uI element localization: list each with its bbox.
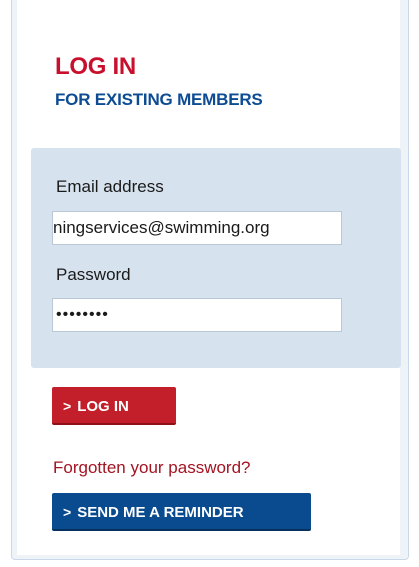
chevron-right-icon: > xyxy=(63,504,72,520)
email-field[interactable]: ningservices@swimming.org xyxy=(52,211,342,245)
send-reminder-button-label: SEND ME A REMINDER xyxy=(77,504,244,521)
email-label: Email address xyxy=(56,177,164,196)
login-button-label: LOG IN xyxy=(77,398,129,415)
page-subtitle: FOR EXISTING MEMBERS xyxy=(55,90,263,109)
chevron-right-icon: > xyxy=(63,398,72,414)
page-title: LOG IN xyxy=(55,53,136,80)
login-button[interactable]: > LOG IN xyxy=(52,387,176,425)
password-field[interactable]: •••••••• xyxy=(52,298,342,332)
email-value: ningservices@swimming.org xyxy=(53,218,270,237)
forgot-password-text: Forgotten your password? xyxy=(53,458,251,477)
send-reminder-button[interactable]: > SEND ME A REMINDER xyxy=(52,493,311,531)
password-label: Password xyxy=(56,265,131,284)
login-page: LOG IN FOR EXISTING MEMBERS Email addres… xyxy=(0,0,419,567)
